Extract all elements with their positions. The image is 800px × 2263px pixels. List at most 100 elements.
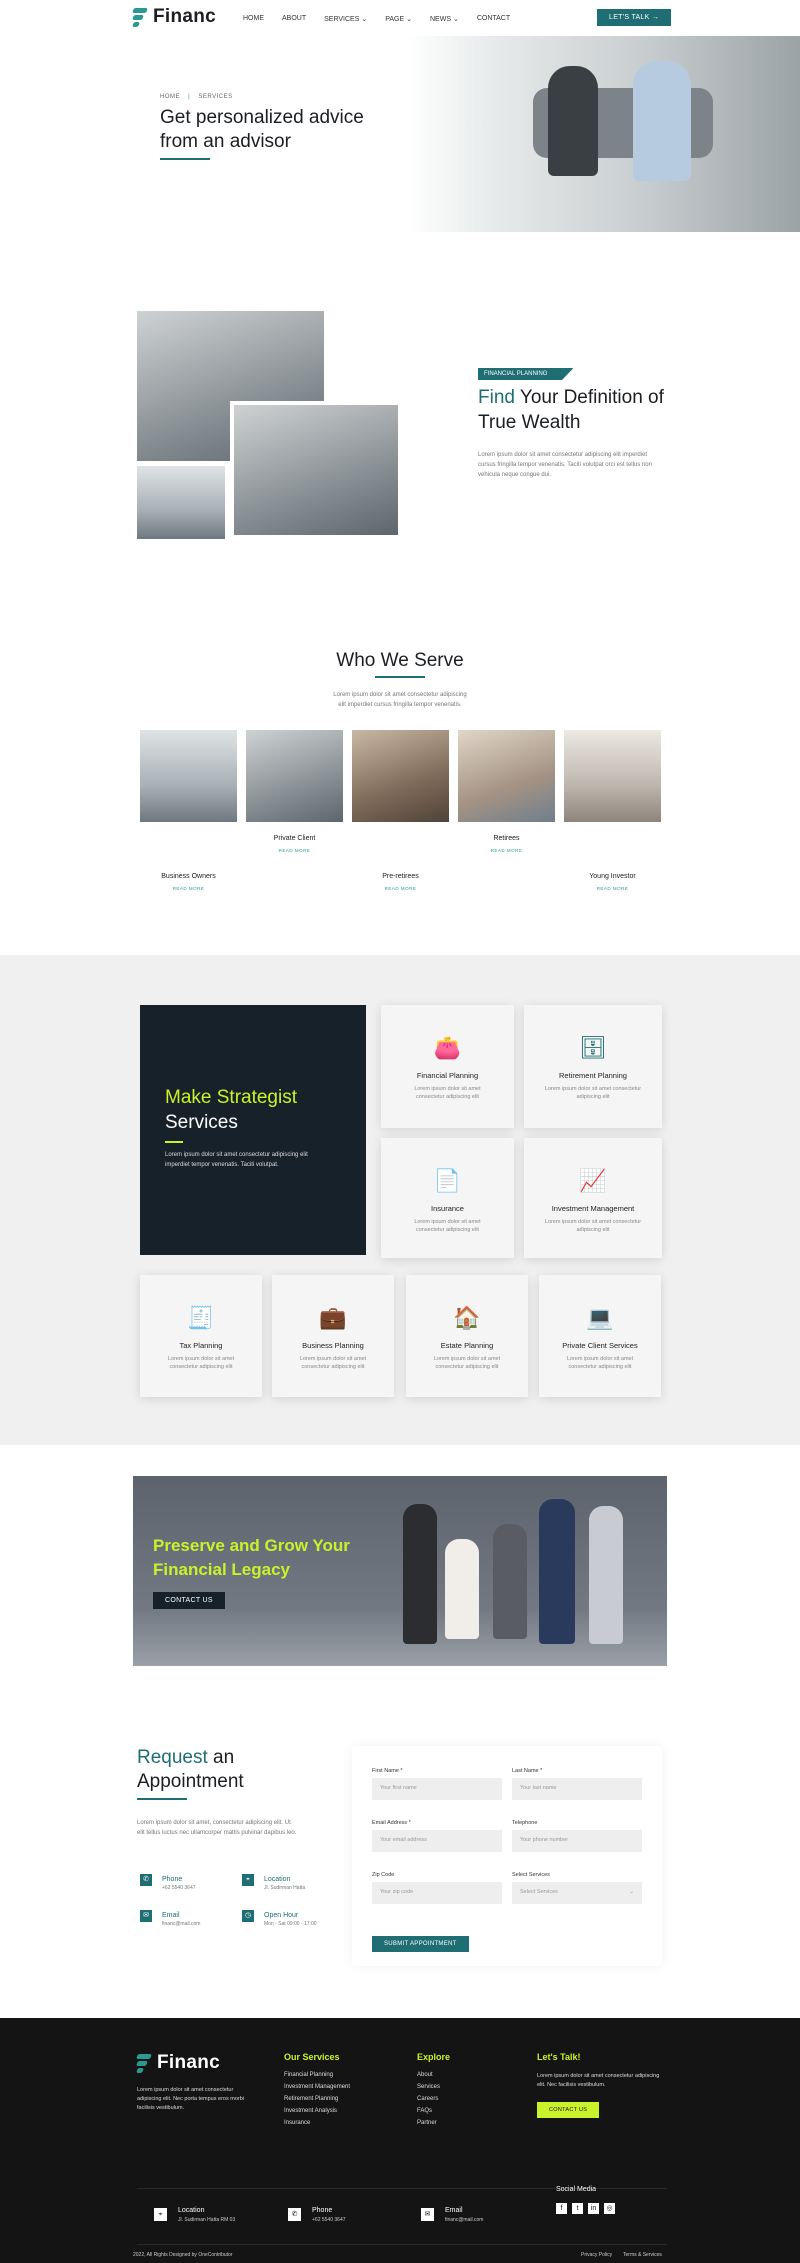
service-card-tax-planning[interactable]: 🧾 Tax Planning Lorem ipsum dolor sit ame…	[140, 1275, 262, 1397]
linkedin-icon[interactable]: in	[588, 2203, 599, 2214]
submit-appointment-button[interactable]: SUBMIT APPOINTMENT	[372, 1936, 469, 1952]
terms-link[interactable]: Terms & Services	[623, 2252, 662, 2258]
person-right-shape	[633, 61, 691, 181]
page-title: Get personalized advice from an advisor	[160, 107, 364, 152]
card-image	[564, 730, 661, 822]
footer-email-value: financ@mail.com	[445, 2217, 484, 2223]
footer-phone-value: +62 5540 3647	[312, 2217, 346, 2223]
select-services-dropdown[interactable]: Select Services ⌄	[512, 1882, 642, 1904]
footer-link[interactable]: FAQs	[417, 2108, 450, 2114]
serve-card-young-investor[interactable]: Young Investor READ MORE	[564, 730, 661, 891]
breadcrumb-home[interactable]: HOME	[160, 94, 180, 100]
read-more-link[interactable]: READ MORE	[352, 886, 449, 891]
strategist-panel: Make Strategist Services Lorem ipsum dolo…	[140, 1005, 366, 1255]
privacy-policy-link[interactable]: Privacy Policy	[581, 2252, 612, 2258]
breadcrumb: HOME | SERVICES	[160, 94, 233, 100]
read-more-link[interactable]: READ MORE	[564, 886, 661, 891]
telephone-field: Telephone Your phone number	[512, 1820, 642, 1852]
card-image	[458, 730, 555, 822]
serve-card-private-client[interactable]: Private Client READ MORE	[246, 730, 343, 853]
service-card-retirement-planning[interactable]: 🗄 Retirement Planning Lorem ipsum dolor …	[524, 1005, 662, 1128]
strategist-underline	[165, 1141, 183, 1143]
location-pin-icon: ⌖	[242, 1874, 254, 1886]
nav-page[interactable]: PAGE ⌄	[385, 15, 412, 23]
wealth-heading: Find Your Definition of True Wealth	[478, 387, 664, 433]
chevron-down-icon: ⌄	[452, 16, 459, 23]
service-desc: Lorem ipsum dolor sit amet consectetur a…	[566, 1356, 634, 1370]
footer-explore-column: Explore About Services Careers FAQs Part…	[417, 2052, 450, 2132]
main-menu: HOME ABOUT SERVICES ⌄ PAGE ⌄ NEWS ⌄ CONT…	[243, 15, 510, 23]
instagram-icon[interactable]: ◎	[604, 2203, 615, 2214]
contact-location: ⌖ Location Jl. Sudirman Hatta	[242, 1874, 332, 1898]
nav-contact[interactable]: CONTACT	[477, 15, 510, 23]
footer-bottom-divider	[137, 2244, 667, 2245]
twitter-icon[interactable]: t	[572, 2203, 583, 2214]
footer-link[interactable]: Services	[417, 2084, 450, 2090]
nav-services[interactable]: SERVICES ⌄	[324, 15, 367, 23]
lets-talk-button[interactable]: LET'S TALK →	[597, 9, 672, 26]
chevron-down-icon: ⌄	[361, 16, 368, 23]
service-card-insurance[interactable]: 📄 Insurance Lorem ipsum dolor sit amet c…	[381, 1138, 514, 1258]
location-pin-icon: ⌖	[154, 2208, 167, 2221]
service-desc: Lorem ipsum dolor sit amet consectetur a…	[433, 1356, 501, 1370]
contact-phone: ✆ Phone +62 5540 3647	[140, 1874, 230, 1898]
wealth-body: Lorem ipsum dolor sit amet consectetur a…	[478, 452, 652, 478]
zip-code-input[interactable]: Your zip code	[372, 1882, 502, 1904]
footer-contact-button[interactable]: CONTACT US	[537, 2102, 600, 2118]
read-more-link[interactable]: READ MORE	[140, 886, 237, 891]
service-title: Insurance	[431, 1204, 464, 1213]
footer-link[interactable]: Careers	[417, 2096, 450, 2102]
footer-about: Lorem ipsum dolor sit amet consectetur a…	[137, 2087, 244, 2111]
service-card-private-client-services[interactable]: 💻 Private Client Services Lorem ipsum do…	[539, 1275, 661, 1397]
serve-card-pre-retirees[interactable]: Pre-retirees READ MORE	[352, 730, 449, 891]
footer-services-title: Our Services	[284, 2052, 340, 2062]
footer-talk-column: Let's Talk! Lorem ipsum dolor sit amet c…	[537, 2052, 667, 2118]
footer-link[interactable]: Financial Planning	[284, 2072, 350, 2078]
service-desc: Lorem ipsum dolor sit amet consectetur a…	[414, 1219, 481, 1233]
footer-services-column: Our Services Financial Planning Investme…	[284, 2052, 350, 2132]
document-icon: 📄	[433, 1168, 462, 1193]
meeting-photo	[230, 401, 402, 539]
footer-link[interactable]: Investment Analysis	[284, 2108, 350, 2114]
serve-heading: Who We Serve	[336, 650, 464, 671]
email-field: Email Address * Your email address	[372, 1820, 502, 1852]
service-card-investment-management[interactable]: 📈 Investment Management Lorem ipsum dolo…	[524, 1138, 662, 1258]
facebook-icon[interactable]: f	[556, 2203, 567, 2214]
service-title: Financial Planning	[416, 1071, 479, 1080]
serve-card-retirees[interactable]: Retirees READ MORE	[458, 730, 555, 853]
nav-about[interactable]: ABOUT	[282, 15, 306, 23]
service-card-business-planning[interactable]: 💼 Business Planning Lorem ipsum dolor si…	[272, 1275, 394, 1397]
service-card-estate-planning[interactable]: 🏠 Estate Planning Lorem ipsum dolor sit …	[406, 1275, 528, 1397]
footer-logo[interactable]: Financ	[136, 2052, 220, 2074]
footer-link[interactable]: Investment Management	[284, 2084, 350, 2090]
chevron-down-icon: ⌄	[629, 1889, 634, 1895]
email-input[interactable]: Your email address	[372, 1830, 502, 1852]
read-more-link[interactable]: READ MORE	[246, 848, 343, 853]
service-card-financial-planning[interactable]: 👛 Financial Planning Lorem ipsum dolor s…	[381, 1005, 514, 1128]
telephone-input[interactable]: Your phone number	[512, 1830, 642, 1852]
footer-link[interactable]: Insurance	[284, 2120, 350, 2126]
nav-news[interactable]: NEWS ⌄	[430, 15, 459, 23]
brand-logo[interactable]: Financ	[132, 6, 217, 28]
nav-home[interactable]: HOME	[243, 15, 264, 23]
service-title: Business Planning	[302, 1341, 364, 1350]
brand-name: Financ	[153, 6, 217, 27]
card-label: Business Owners	[161, 873, 216, 880]
appointment-underline	[137, 1798, 187, 1800]
contact-us-button[interactable]: CONTACT US	[153, 1592, 225, 1609]
email-icon: ✉	[421, 2208, 434, 2221]
briefcase-icon: 💼	[319, 1305, 347, 1330]
first-name-input[interactable]: Your first name	[372, 1778, 502, 1800]
service-desc: Lorem ipsum dolor sit amet consectetur a…	[299, 1356, 367, 1370]
footer-link[interactable]: Retirement Planning	[284, 2096, 350, 2102]
footer-link[interactable]: About	[417, 2072, 450, 2078]
zip-code-field: Zip Code Your zip code	[372, 1872, 502, 1904]
service-desc: Lorem ipsum dolor sit amet consectetur a…	[544, 1086, 642, 1100]
footer-talk-title: Let's Talk!	[537, 2052, 581, 2062]
read-more-link[interactable]: READ MORE	[458, 848, 555, 853]
strategist-heading: Make Strategist Services	[165, 1087, 297, 1133]
last-name-input[interactable]: Your last name	[512, 1778, 642, 1800]
person-left-shape	[548, 66, 598, 176]
serve-card-business-owners[interactable]: Business Owners READ MORE	[140, 730, 237, 891]
footer-link[interactable]: Partner	[417, 2120, 450, 2126]
